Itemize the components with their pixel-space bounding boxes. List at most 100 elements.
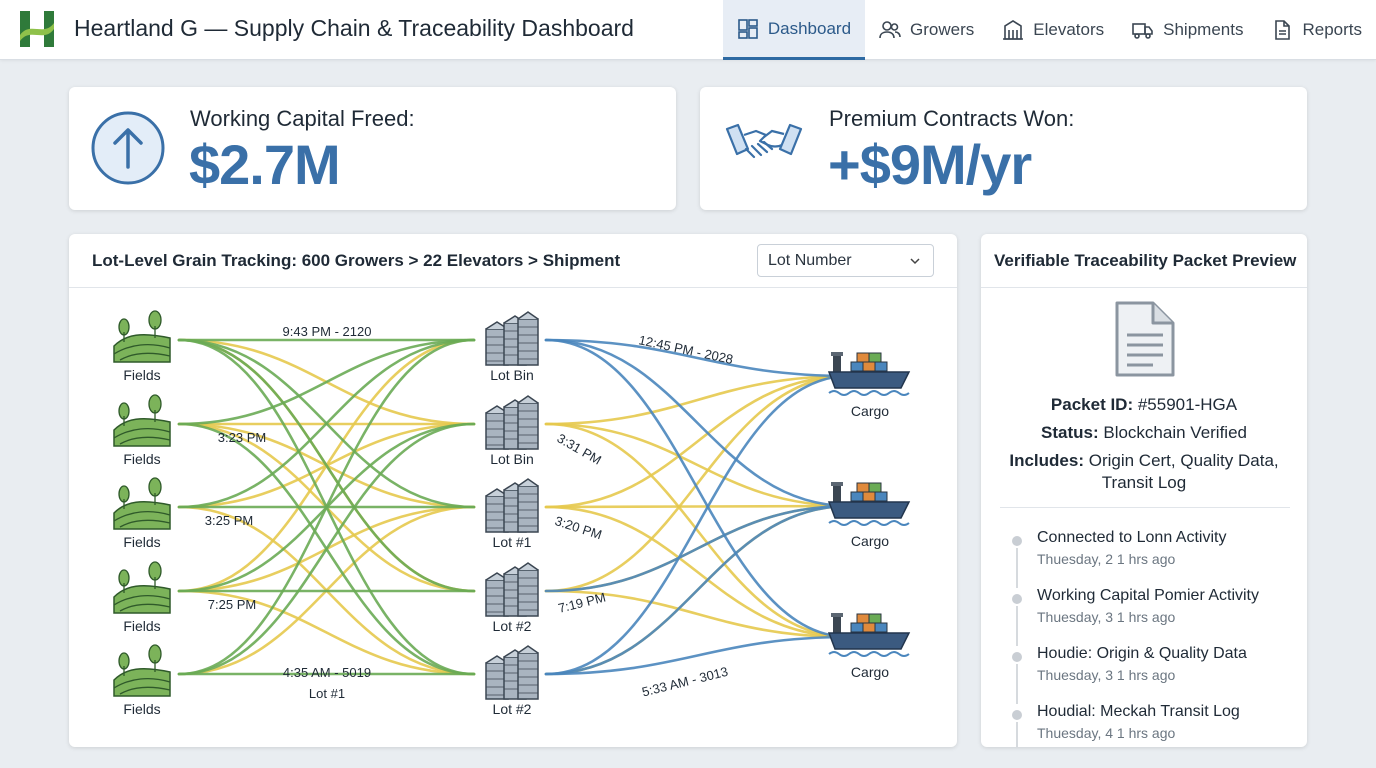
bin-label: Lot #1 [493,534,532,550]
dashboard-icon [738,18,758,39]
timeline-connector [1016,606,1018,646]
nav-dashboard[interactable]: Dashboard [722,0,866,60]
traceability-packet-panel: Verifiable Traceability Packet Preview P… [981,234,1307,747]
timeline-dot [1012,710,1022,720]
lot-number-select[interactable]: Lot Number [757,244,934,277]
timeline-time: Thuesday, 4 1 hrs ago [1037,725,1176,741]
grain-bin-icon [485,311,539,366]
field-label: Fields [123,701,160,717]
nav-label: Growers [910,20,975,39]
app-title: Heartland G — Supply Chain & Traceabilit… [74,15,634,41]
main-nav: Dashboard Growers Elevators Shipments Re… [722,0,1376,60]
activity-timeline: Connected to Lonn Activity Thuesday, 2 1… [1009,529,1299,747]
packet-id-value: #55901-HGA [1137,395,1238,414]
time-label: 9:43 PM - 2120 [283,324,372,339]
time-label: Lot #1 [309,686,345,701]
panel-title: Lot-Level Grain Tracking: 600 Growers > … [92,251,621,270]
grain-tracking-panel: Lot-Level Grain Tracking: 600 Growers > … [69,234,957,747]
timeline-time: Thuesday, 3 1 hrs ago [1037,667,1176,683]
bin-label: Lot Bin [490,367,534,383]
users-icon [879,21,901,39]
time-label: 12:45 PM - 2028 [637,332,734,367]
flow-diagram: Fields Fields Fields Fields Fields Lot Bin Lot… [113,310,911,717]
packet-includes-label: Includes: [1009,451,1084,470]
document-icon [1275,20,1291,40]
timeline-title: Working Capital Pomier Activity [1037,587,1259,604]
grain-bin-icon [485,478,539,533]
timeline-item[interactable]: Connected to Lonn Activity Thuesday, 2 1… [1009,529,1299,588]
nav-label: Reports [1302,20,1362,39]
timeline-time: Thuesday, 2 1 hrs ago [1037,551,1176,567]
nav-label: Shipments [1163,20,1244,39]
flow-link [544,374,851,593]
nav-reports[interactable]: Reports [1257,0,1376,60]
time-label: 4:35 AM - 5019 [283,665,371,680]
bin-label: Lot #2 [493,701,532,717]
cargo-label: Cargo [851,533,889,549]
app-header: Heartland G — Supply Chain & Traceabilit… [0,0,1376,60]
field-icon [113,310,171,363]
chevron-down-icon [910,258,920,265]
flow-link [544,422,851,508]
nav-elevators[interactable]: Elevators [988,0,1118,60]
cargo-ship-icon [827,482,911,526]
divider [981,287,1307,288]
time-label: 7:25 PM [208,597,256,612]
packet-includes-value: Origin Cert, Quality Data, [1088,451,1279,470]
field-label: Fields [123,534,160,550]
divider [1000,507,1290,508]
packet-id-label: Packet ID: [1050,395,1134,414]
flow-link [177,338,476,593]
flow-link [177,422,476,676]
timeline-connector [1016,722,1018,747]
logo-icon [20,11,54,47]
nav-growers[interactable]: Growers [865,0,988,60]
timeline-connector [1016,664,1018,704]
grain-bin-icon [485,562,539,617]
flow-link [544,635,851,676]
field-label: Fields [123,618,160,634]
field-icon [113,477,171,530]
time-label: 3:20 PM [553,513,604,542]
packet-status: Status: Blockchain Verified [981,423,1307,443]
time-label: 3:23 PM [218,430,266,445]
timeline-time: Thuesday, 3 1 hrs ago [1037,609,1176,625]
cargo-ship-icon [827,352,911,396]
select-value: Lot Number [768,252,852,269]
time-label: 5:33 AM - 3013 [640,664,729,700]
field-icon [113,394,171,447]
kpi-title: Premium Contracts Won: [829,106,1075,131]
timeline-title: Houdie: Origin & Quality Data [1037,645,1247,662]
flow-link [544,504,851,593]
packet-status-label: Status: [1041,423,1099,442]
grain-bin-icon [485,645,539,700]
bin-label: Lot #2 [493,618,532,634]
grain-bin-icon [485,395,539,450]
packet-includes: Includes: Origin Cert, Quality Data, [981,451,1307,471]
bin-label: Lot Bin [490,451,534,467]
field-label: Fields [123,367,160,383]
packet-status-value: Blockchain Verified [1103,423,1247,442]
kpi-value: $2.7M [189,133,341,196]
field-label: Fields [123,451,160,467]
cargo-ship-icon [827,613,911,657]
kpi-value: +$9M/yr [828,133,1032,196]
nav-shipments[interactable]: Shipments [1118,0,1257,60]
timeline-item[interactable]: Houdial: Meckah Transit Log Thuesday, 4 … [1009,703,1299,747]
cargo-label: Cargo [851,403,889,419]
timeline-connector [1016,548,1018,588]
field-icon [113,644,171,697]
truck-icon [1132,23,1153,39]
timeline-dot [1012,536,1022,546]
timeline-item[interactable]: Working Capital Pomier Activity Thuesday… [1009,587,1299,646]
timeline-title: Connected to Lonn Activity [1037,529,1227,546]
handshake-icon [725,123,803,159]
timeline-dot [1012,652,1022,662]
arrow-up-circle-icon [91,111,165,185]
nav-label: Elevators [1033,20,1105,39]
timeline-item[interactable]: Houdie: Origin & Quality Data Thuesday, … [1009,645,1299,704]
panel-title: Verifiable Traceability Packet Preview [994,251,1297,270]
packet-id: Packet ID: #55901-HGA [981,395,1307,415]
nav-label: Dashboard [767,18,852,38]
time-label: 3:25 PM [205,513,253,528]
